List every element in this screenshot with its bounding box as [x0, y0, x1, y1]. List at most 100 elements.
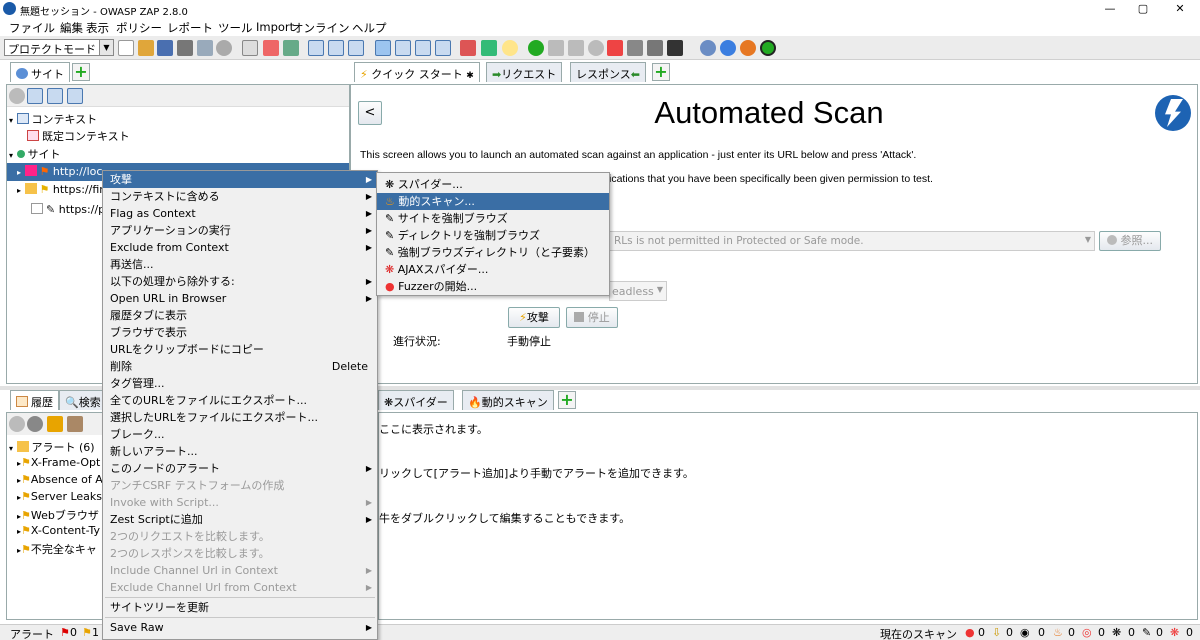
alert-item[interactable]: ▸⚑Webブラウザ — [17, 507, 99, 523]
open-session-icon[interactable] — [138, 40, 154, 56]
drop-icon[interactable] — [588, 40, 604, 56]
browser-firefox-icon[interactable] — [740, 40, 756, 56]
menu-item-attack[interactable]: 攻撃 ▶ — [103, 171, 377, 188]
close-x-icon[interactable] — [607, 40, 623, 56]
menu-item-include-channel[interactable]: Include Channel Url in Context ▶ — [103, 562, 377, 579]
menu-item-anti-csrf[interactable]: アンチCSRF テストフォームの作成 — [103, 477, 377, 494]
menu-item-export-selected-urls[interactable]: 選択したURLをファイルにエクスポート... — [103, 409, 377, 426]
continue-icon[interactable] — [568, 40, 584, 56]
record-icon[interactable] — [760, 40, 776, 56]
browser-chrome-icon[interactable] — [720, 40, 736, 56]
tab-response[interactable]: レスポンス⬅ — [570, 62, 646, 82]
layout-icon[interactable] — [242, 40, 258, 56]
menu-item-copy-url[interactable]: URLをクリップボードにコピー — [103, 341, 377, 358]
add-tab-button[interactable]: + — [652, 63, 670, 81]
tab-history[interactable]: 履歴 — [10, 390, 59, 410]
tab-quick-start[interactable]: ⚡ クイック スタート ✱ — [354, 62, 480, 82]
menu-item-exclude-context[interactable]: Exclude from Context ▶ — [103, 239, 377, 256]
snapshot-icon[interactable] — [177, 40, 193, 56]
submenu-item-active-scan[interactable]: ♨ 動的スキャン... — [377, 193, 609, 210]
step-icon[interactable] — [548, 40, 564, 56]
attack-button[interactable]: ⚡攻撃 — [508, 307, 560, 328]
layout-left-icon[interactable] — [308, 40, 324, 56]
submenu-item-ajax-spider[interactable]: ❋ AJAXスパイダー... — [377, 261, 609, 278]
help-icon[interactable] — [700, 40, 716, 56]
menu-edit[interactable]: 編集 — [60, 20, 83, 36]
target-icon[interactable] — [9, 416, 25, 432]
new-session-icon[interactable] — [118, 40, 134, 56]
menu-import[interactable]: Import — [256, 20, 294, 34]
menu-item-manage-tags[interactable]: タグ管理... — [103, 375, 377, 392]
menu-item-include-context[interactable]: コンテキストに含める ▶ — [103, 188, 377, 205]
scan-policy-icon[interactable] — [481, 40, 497, 56]
url-input[interactable]: RLs is not permitted in Protected or Saf… — [609, 231, 1095, 251]
tabs-icon[interactable] — [375, 40, 391, 56]
menu-item-refresh-tree[interactable]: サイトツリーを更新 — [103, 599, 377, 616]
menu-online[interactable]: オンライン — [292, 20, 350, 36]
layout-icon[interactable] — [283, 40, 299, 56]
menu-item-new-alert[interactable]: 新しいアラート... — [103, 443, 377, 460]
mode-select[interactable]: プロテクトモード ▼ — [4, 39, 114, 56]
menu-view[interactable]: 表示 — [86, 20, 109, 36]
browse-button[interactable]: 参照... — [1099, 231, 1161, 251]
browser-select[interactable]: eadless ▼ — [609, 281, 667, 301]
target-icon[interactable] — [9, 88, 25, 104]
menu-item-show-history[interactable]: 履歴タブに表示 — [103, 307, 377, 324]
broom-icon[interactable] — [67, 416, 83, 432]
submenu-item-force-browse-site[interactable]: ✎ サイトを強制ブラウズ — [377, 210, 609, 227]
tab-spider[interactable]: ❋スパイダー — [378, 390, 454, 410]
tab-active-scan[interactable]: 🔥動的スキャン — [462, 390, 554, 410]
filter-icon[interactable] — [627, 40, 643, 56]
menu-item-save-raw[interactable]: Save Raw ▶ — [103, 619, 377, 636]
tree-contexts[interactable]: ▾ コンテキスト — [9, 111, 97, 127]
tabs-icon[interactable] — [395, 40, 411, 56]
tab-sites[interactable]: サイト — [10, 62, 70, 82]
save-session-icon[interactable] — [157, 40, 173, 56]
menu-item-exclude-channel[interactable]: Exclude Channel Url from Context ▶ — [103, 579, 377, 596]
menu-policy[interactable]: ポリシー — [116, 20, 162, 36]
tab-search[interactable]: 🔍検索 — [59, 390, 107, 410]
layout-full-icon[interactable] — [348, 40, 364, 56]
tabs-icon[interactable] — [415, 40, 431, 56]
close-button[interactable]: ✕ — [1165, 2, 1195, 16]
alert-item[interactable]: ▸⚑Absence of A — [17, 473, 103, 486]
export-context-icon[interactable] — [67, 88, 83, 104]
tree-default-context[interactable]: 既定コンテキスト — [27, 128, 130, 144]
bulb-icon[interactable] — [502, 40, 518, 56]
maximize-button[interactable]: ▢ — [1128, 2, 1158, 16]
menu-report[interactable]: レポート — [167, 20, 213, 36]
menu-item-show-browser[interactable]: ブラウザで表示 — [103, 324, 377, 341]
submenu-item-spider[interactable]: ❋ スパイダー... — [377, 176, 609, 193]
add-tab-button[interactable]: + — [72, 63, 90, 81]
stop-button[interactable]: 停止 — [566, 307, 618, 328]
import-context-icon[interactable] — [47, 88, 63, 104]
alert-item[interactable]: ▸⚑X-Content-Ty — [17, 524, 100, 537]
menu-item-exclude-from[interactable]: 以下の処理から除外する: ▶ — [103, 273, 377, 290]
menu-item-invoke-script[interactable]: Invoke with Script... ▶ — [103, 494, 377, 511]
globe-icon[interactable] — [27, 416, 43, 432]
scan-policy-icon[interactable] — [460, 40, 476, 56]
hud-icon[interactable] — [647, 40, 663, 56]
submenu-item-force-browse-dir-children[interactable]: ✎ 強制ブラウズディレクトリ（と子要素） — [377, 244, 609, 261]
alert-item[interactable]: ▸⚑X-Frame-Opt — [17, 456, 100, 469]
submenu-item-fuzzer[interactable]: ● Fuzzerの開始... — [377, 278, 609, 295]
tab-request[interactable]: ➡リクエスト — [486, 62, 563, 82]
menu-help[interactable]: ヘルプ — [352, 20, 387, 36]
add-tab-button[interactable]: + — [558, 391, 576, 409]
tabs-icon[interactable] — [435, 40, 451, 56]
menu-tools[interactable]: ツール — [218, 20, 253, 36]
minimize-button[interactable]: — — [1095, 2, 1125, 16]
layout-bottom-icon[interactable] — [328, 40, 344, 56]
menu-item-node-alerts[interactable]: このノードのアラート ▶ — [103, 460, 377, 477]
tree-sites[interactable]: ▾ サイト — [9, 146, 61, 162]
menu-item-resend[interactable]: 再送信... — [103, 256, 377, 273]
session-properties-icon[interactable] — [197, 40, 213, 56]
menu-item-compare-responses[interactable]: 2つのレスポンスを比較します。 — [103, 545, 377, 562]
tree-site-firefox[interactable]: ▸ ⚑ https://fir — [17, 183, 104, 196]
menu-file[interactable]: ファイル — [9, 20, 55, 36]
menu-item-run-application[interactable]: アプリケーションの実行 ▶ — [103, 222, 377, 239]
submenu-item-force-browse-dir[interactable]: ✎ ディレクトリを強制ブラウズ — [377, 227, 609, 244]
alert-item[interactable]: ▸⚑不完全なキャ — [17, 541, 97, 557]
delete-icon[interactable] — [263, 40, 279, 56]
alerts-root[interactable]: ▾ アラート (6) — [9, 439, 95, 455]
